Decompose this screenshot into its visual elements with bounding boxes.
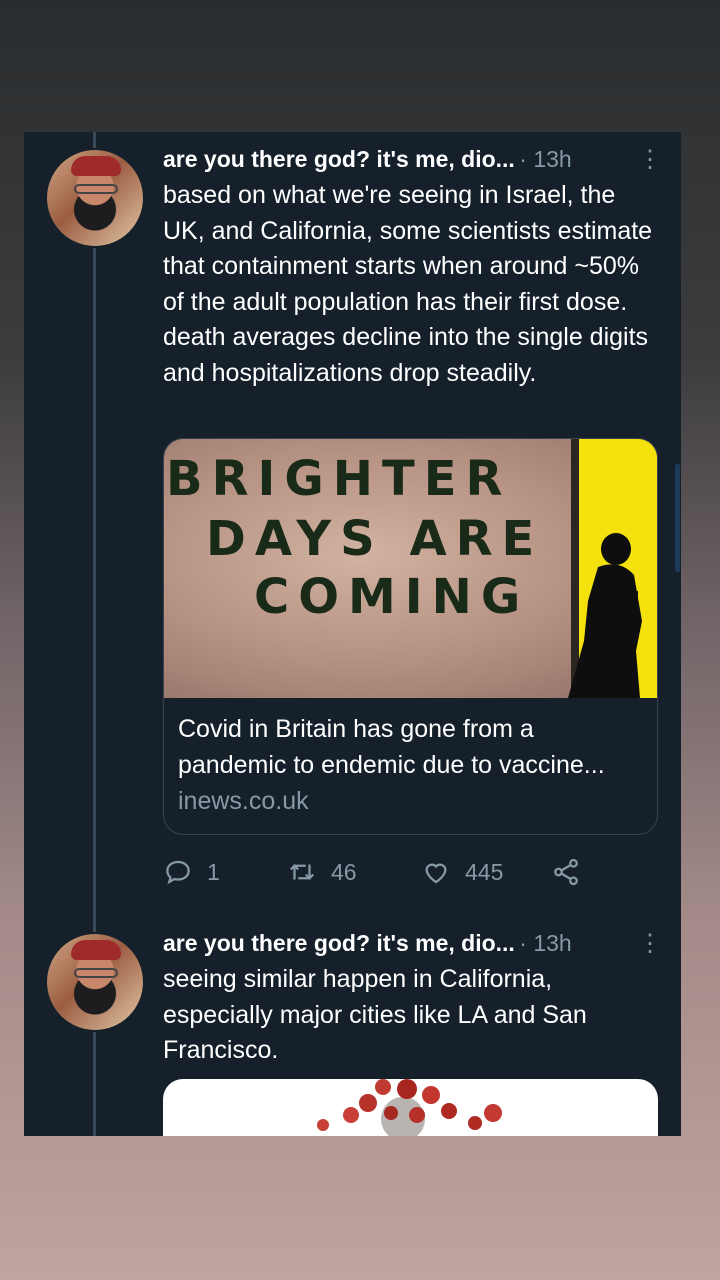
reply-icon <box>166 860 190 885</box>
scrollbar[interactable] <box>675 464 680 572</box>
link-domain: inews.co.uk <box>178 787 309 815</box>
image-text-line-2: DAYS ARE <box>206 511 544 567</box>
share-button[interactable] <box>551 857 581 887</box>
timestamp[interactable]: · 13h <box>519 146 571 172</box>
timestamp[interactable]: · 13h <box>519 930 571 956</box>
link-preview-text[interactable]: Covid in Britain has gone from a pandemi… <box>178 711 648 819</box>
headband-shape <box>71 156 121 176</box>
tweet-actions: 1 46 445 <box>163 857 663 893</box>
virus-illustration <box>317 1079 502 1136</box>
display-name[interactable]: are you there god? it's me, dio... <box>163 146 515 172</box>
avatar[interactable] <box>45 148 145 248</box>
glasses-shape <box>74 968 118 978</box>
more-icon[interactable]: ⋮ <box>638 148 662 172</box>
person-silhouette <box>568 533 642 698</box>
link-title[interactable]: Covid in Britain has gone from a pandemi… <box>178 711 648 783</box>
like-count: 445 <box>465 858 504 885</box>
retweet-count: 46 <box>331 858 357 885</box>
image-text-line-1: BRIGHTER <box>166 451 512 507</box>
reply-count: 1 <box>207 858 220 885</box>
avatar[interactable] <box>45 932 145 1032</box>
tweet-header: are you there god? it's me, dio... · 13h <box>163 930 663 960</box>
link-preview-image[interactable]: BRIGHTER DAYS ARE COMING <box>164 439 657 698</box>
share-icon <box>554 858 578 886</box>
reply-button[interactable]: 1 <box>163 857 220 887</box>
display-name[interactable]: are you there god? it's me, dio... <box>163 930 515 956</box>
link-preview-card[interactable]: BRIGHTER DAYS ARE COMING Covid in Britai… <box>163 438 658 835</box>
like-button[interactable]: 445 <box>421 857 503 887</box>
tweet-header: are you there god? it's me, dio... · 13h <box>163 146 663 176</box>
retweet-button[interactable]: 46 <box>287 857 357 887</box>
headband-shape <box>71 940 121 960</box>
image-text-line-3: COMING <box>254 569 530 625</box>
tweet-text: based on what we're seeing in Israel, th… <box>163 181 653 387</box>
like-icon <box>425 863 447 884</box>
tweet-2-image-preview[interactable] <box>163 1079 658 1136</box>
tweet-text: seeing similar happen in California, esp… <box>163 965 587 1065</box>
more-icon[interactable]: ⋮ <box>638 932 662 956</box>
glasses-shape <box>74 184 118 194</box>
tweet-thread-card: are you there god? it's me, dio... · 13h… <box>24 132 681 1136</box>
retweet-icon <box>289 864 315 880</box>
